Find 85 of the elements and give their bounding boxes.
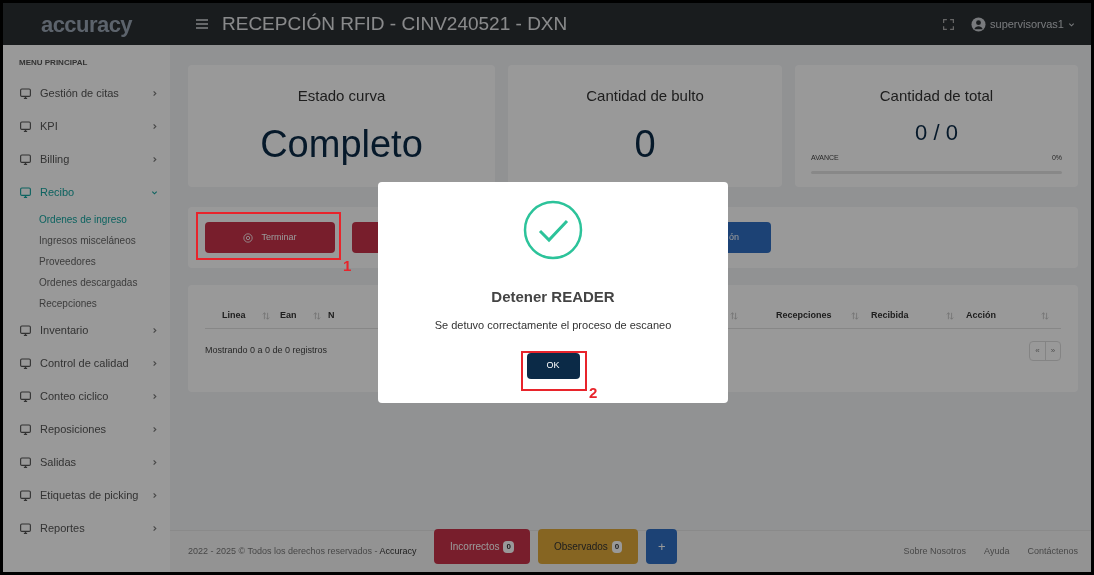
monitor-icon bbox=[19, 120, 32, 133]
monitor-icon bbox=[19, 87, 32, 100]
page-title: RECEPCIÓN RFID - CINV240521 - DXN bbox=[222, 11, 568, 36]
floating-button[interactable]: Incorrectos 0 bbox=[434, 529, 530, 564]
card-value: Completo bbox=[260, 121, 423, 167]
card-title: Cantidad de total bbox=[879, 86, 994, 106]
card-title: Estado curva bbox=[297, 86, 386, 106]
sidebar-item[interactable]: Gestión de citas bbox=[19, 77, 158, 110]
chevron-icon bbox=[151, 426, 158, 433]
monitor-icon bbox=[19, 324, 32, 337]
sidebar-item[interactable]: KPI bbox=[19, 110, 158, 143]
chevron-icon bbox=[151, 327, 158, 334]
monitor-icon bbox=[19, 522, 32, 535]
ok-button[interactable]: OK bbox=[526, 353, 580, 379]
submenu-item[interactable]: Recepciones bbox=[19, 293, 158, 314]
dialog-message: Se detuvo correctamente el proceso de escaneo bbox=[434, 317, 672, 333]
section-label: MENU PRINCIPAL bbox=[19, 57, 89, 69]
chevron-icon bbox=[151, 189, 158, 196]
monitor-icon bbox=[19, 423, 32, 436]
column-header[interactable]: Ean bbox=[280, 308, 297, 323]
count-badge: 0 bbox=[503, 540, 514, 553]
submenu-item[interactable]: Ordenes de ingreso bbox=[19, 209, 158, 230]
column-header[interactable]: Linea bbox=[222, 308, 246, 323]
sort-icon bbox=[730, 311, 738, 320]
chevron-icon bbox=[151, 525, 158, 532]
sidebar-item[interactable]: Reposiciones bbox=[19, 413, 158, 446]
sidebar-item[interactable]: Etiquetas de picking bbox=[19, 479, 158, 512]
caret-icon bbox=[1068, 20, 1075, 28]
table-info: Mostrando 0 a 0 de 0 registros bbox=[205, 344, 328, 358]
sort-icon bbox=[946, 311, 954, 320]
footer-link[interactable]: Contáctenos bbox=[1027, 544, 1078, 559]
sort-icon bbox=[851, 311, 859, 320]
submenu-item[interactable]: Ingresos misceláneos bbox=[19, 230, 158, 251]
copyright-text: 2022 - 2025 © Todos los derechos reservados - Accuracy bbox=[188, 544, 417, 558]
submenu-item[interactable]: Proveedores bbox=[19, 251, 158, 272]
checkmark-icon bbox=[523, 200, 583, 260]
stop-icon bbox=[243, 232, 254, 243]
card-value: 0 / 0 bbox=[915, 118, 958, 147]
submenu-item[interactable]: Ordenes descargadas bbox=[19, 272, 158, 293]
logo-text: accuracy bbox=[41, 10, 132, 39]
sidebar-item[interactable]: Reportes bbox=[19, 512, 158, 545]
chevron-icon bbox=[151, 360, 158, 367]
monitor-icon bbox=[19, 357, 32, 370]
annotation-number: 1 bbox=[343, 256, 352, 276]
chevron-icon bbox=[151, 90, 158, 97]
column-header[interactable]: Recepciones bbox=[776, 308, 832, 323]
sidebar-item[interactable]: Conteo ciclico bbox=[19, 380, 158, 413]
chevron-icon bbox=[151, 459, 158, 466]
footer-link[interactable]: Sobre Nosotros bbox=[903, 544, 967, 559]
annotation-box bbox=[521, 351, 587, 391]
sort-icon bbox=[312, 311, 321, 320]
monitor-icon bbox=[19, 186, 32, 199]
sidebar-item[interactable]: Salidas bbox=[19, 446, 158, 479]
monitor-icon bbox=[19, 153, 32, 166]
footer-link[interactable]: Ayuda bbox=[984, 544, 1010, 559]
column-header[interactable]: Acción bbox=[966, 308, 996, 323]
annotation-number: 2 bbox=[589, 383, 598, 403]
prev-page-button[interactable]: « bbox=[1030, 342, 1045, 360]
chevron-icon bbox=[151, 156, 158, 163]
next-page-button[interactable]: » bbox=[1045, 342, 1060, 360]
sort-icon bbox=[261, 311, 270, 320]
card-value: 0 bbox=[634, 121, 656, 167]
chevron-icon bbox=[151, 393, 158, 400]
user-menu[interactable]: supervisorvas1 bbox=[971, 15, 1075, 33]
menu-icon[interactable] bbox=[194, 16, 210, 32]
column-header[interactable]: Recibida bbox=[871, 308, 909, 323]
user-icon bbox=[971, 16, 986, 32]
floating-button[interactable]: Observados 0 bbox=[537, 529, 639, 564]
count-badge: 0 bbox=[611, 540, 623, 553]
chevron-icon bbox=[151, 492, 158, 499]
monitor-icon bbox=[19, 489, 32, 502]
sidebar-item[interactable]: Control de calidad bbox=[19, 347, 158, 380]
fullscreen-icon[interactable] bbox=[942, 17, 955, 31]
card-title: Cantidad de bulto bbox=[586, 86, 704, 106]
monitor-icon bbox=[19, 456, 32, 469]
sort-icon bbox=[1041, 311, 1049, 320]
finish-button[interactable]: Terminar bbox=[205, 222, 335, 253]
dialog-title: Detener READER bbox=[491, 287, 615, 307]
monitor-icon bbox=[19, 390, 32, 403]
chevron-icon bbox=[151, 123, 158, 130]
sidebar-item[interactable]: Inventario bbox=[19, 314, 158, 347]
sidebar-item[interactable]: Recibo bbox=[19, 176, 158, 209]
sidebar-item[interactable]: Billing bbox=[19, 143, 158, 176]
column-header[interactable]: N bbox=[328, 308, 335, 323]
floating-button[interactable]: + bbox=[646, 529, 678, 564]
